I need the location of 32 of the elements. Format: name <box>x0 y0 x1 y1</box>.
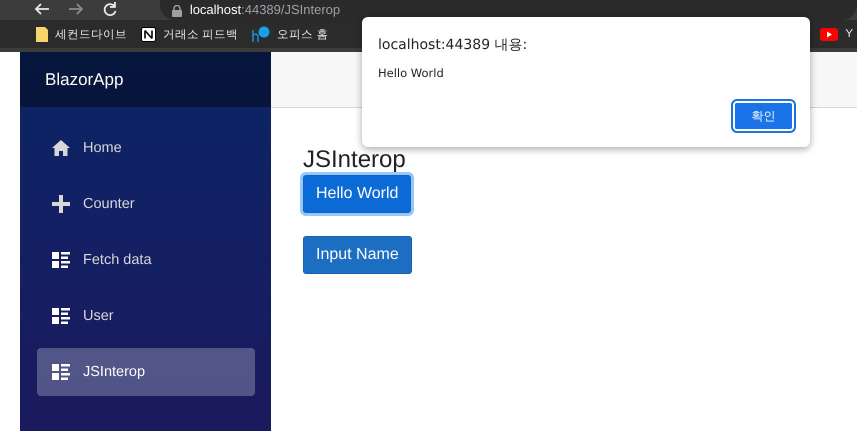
dialog-title: localhost:44389 내용: <box>378 36 528 54</box>
bookmark[interactable]: 오피스 홈 <box>252 26 328 42</box>
plus-icon <box>52 195 70 213</box>
ok-button[interactable]: 확인 <box>733 101 794 131</box>
back-icon[interactable] <box>34 1 50 17</box>
folder-icon <box>36 26 48 42</box>
url-host: localhost <box>190 2 242 17</box>
action-button[interactable]: Hello World <box>303 175 412 213</box>
notion-icon <box>141 26 156 42</box>
nav-item[interactable]: JSInterop <box>37 348 255 396</box>
list-icon <box>52 308 70 324</box>
address-bar[interactable]: localhost:44389/JSInterop <box>160 0 857 20</box>
lock-icon <box>172 5 182 17</box>
bookmark[interactable]: 거래소 피드백 <box>141 26 238 42</box>
nav-item[interactable]: Fetch data <box>37 236 255 284</box>
nav-item[interactable]: Counter <box>37 180 255 228</box>
list-icon <box>52 364 70 380</box>
nav-item[interactable]: Home <box>37 124 255 172</box>
reload-icon[interactable] <box>102 1 118 17</box>
dialog-message: Hello World <box>378 66 445 80</box>
url-path: :44389/JSInterop <box>241 2 340 17</box>
bookmark[interactable]: Y <box>820 28 853 40</box>
brand-title[interactable]: BlazorApp <box>45 70 124 90</box>
page-heading: JSInterop <box>303 147 406 173</box>
home-icon <box>52 140 70 156</box>
video-icon <box>820 28 838 40</box>
bookmark[interactable]: 세컨드다이브 <box>36 26 127 42</box>
forward-icon[interactable] <box>68 1 84 17</box>
list-icon <box>52 252 70 268</box>
action-button[interactable]: Input Name <box>303 236 412 274</box>
nav-item[interactable]: User <box>37 292 255 340</box>
office-icon <box>252 26 270 42</box>
